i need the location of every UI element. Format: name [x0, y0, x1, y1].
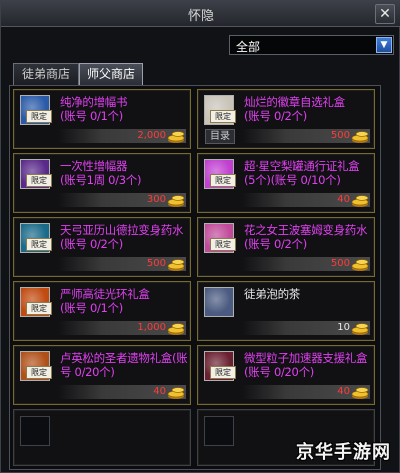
- item-price: 500: [330, 130, 350, 141]
- limited-badge: 限定: [26, 238, 52, 251]
- shop-item-card[interactable]: 限定 天弓亚历山德拉变身药水(账号 0/2个) 500: [13, 217, 191, 277]
- coin-icon: [166, 320, 186, 336]
- shop-item-card[interactable]: 限定 卢英松的圣者遗物礼盒(账号 0/20个) 40: [13, 345, 191, 405]
- item-name: 一次性增幅器 (账号1周 0/3个): [60, 159, 142, 187]
- coin-icon: [166, 384, 186, 400]
- item-name: 花之女王波塞姆变身药水(账号 0/2个): [244, 223, 368, 251]
- tab-master-shop[interactable]: 师父商店: [79, 63, 143, 85]
- shop-item-card[interactable]: 限定 灿烂的徽章自选礼盒 (账号 0/2个) 500 目录: [197, 89, 375, 149]
- shop-item-card[interactable]: 限定 微型粒子加速器支援礼盒(账号 0/20个) 40: [197, 345, 375, 405]
- coin-icon: [166, 128, 186, 144]
- catalog-button[interactable]: 目录: [205, 129, 235, 144]
- limited-badge: 限定: [26, 302, 52, 315]
- limited-badge: 限定: [210, 366, 236, 379]
- shop-item-card[interactable]: 限定 严师高徒光环礼盒 (账号 0/1个) 1,000: [13, 281, 191, 341]
- shop-window: 怀隐 ✕ 全部 ▼ 徒弟商店 师父商店 限定 纯净的增幅书 (账号 0/1个) 2,…: [0, 0, 400, 473]
- item-name: 徒弟泡的茶: [244, 287, 300, 301]
- empty-slot-icon: [204, 416, 234, 446]
- shop-item-card[interactable]: 徒弟泡的茶 10: [197, 281, 375, 341]
- item-name: 超·星空梨罐通行证礼盒 (5个)(账号 0/10个): [244, 159, 360, 187]
- coin-icon: [350, 384, 370, 400]
- limited-badge: 限定: [210, 110, 236, 123]
- item-price: 500: [146, 258, 166, 269]
- item-price: 10: [337, 322, 350, 333]
- item-name: 卢英松的圣者遗物礼盒(账号 0/20个): [60, 351, 188, 379]
- item-name: 灿烂的徽章自选礼盒 (账号 0/2个): [244, 95, 345, 123]
- tab-apprentice-shop[interactable]: 徒弟商店: [13, 63, 79, 85]
- chevron-down-icon[interactable]: ▼: [376, 37, 392, 53]
- limited-badge: 限定: [210, 174, 236, 187]
- item-name: 天弓亚历山德拉变身药水(账号 0/2个): [60, 223, 184, 251]
- category-dropdown-value: 全部: [236, 40, 261, 54]
- window-title: 怀隐: [187, 9, 214, 24]
- coin-icon: [350, 192, 370, 208]
- item-price: 1,000: [137, 322, 166, 333]
- limited-badge: 限定: [26, 110, 52, 123]
- category-dropdown[interactable]: 全部 ▼: [229, 35, 394, 55]
- item-price: 40: [337, 386, 350, 397]
- title-bar: 怀隐 ✕: [1, 1, 400, 27]
- coin-icon: [350, 320, 370, 336]
- limited-badge: 限定: [26, 174, 52, 187]
- limited-badge: 限定: [26, 366, 52, 379]
- item-price: 40: [153, 386, 166, 397]
- coin-icon: [166, 192, 186, 208]
- empty-slot-icon: [20, 416, 50, 446]
- coin-icon: [350, 256, 370, 272]
- shop-item-card[interactable]: 限定 一次性增幅器 (账号1周 0/3个) 300: [13, 153, 191, 213]
- coin-icon: [350, 128, 370, 144]
- item-price: 2,000: [137, 130, 166, 141]
- shop-item-card[interactable]: 限定 花之女王波塞姆变身药水(账号 0/2个) 500: [197, 217, 375, 277]
- item-icon: [204, 287, 234, 317]
- item-price: 300: [146, 194, 166, 205]
- shop-item-card[interactable]: 限定 超·星空梨罐通行证礼盒 (5个)(账号 0/10个) 40: [197, 153, 375, 213]
- close-button[interactable]: ✕: [375, 4, 395, 24]
- item-price: 40: [337, 194, 350, 205]
- item-name: 纯净的增幅书 (账号 0/1个): [60, 95, 128, 123]
- limited-badge: 限定: [210, 238, 236, 251]
- coin-icon: [166, 256, 186, 272]
- item-name: 严师高徒光环礼盒 (账号 0/1个): [60, 287, 150, 315]
- site-watermark: 京华手游网: [296, 442, 391, 463]
- shop-item-card[interactable]: 限定 纯净的增幅书 (账号 0/1个) 2,000: [13, 89, 191, 149]
- item-price: 500: [330, 258, 350, 269]
- item-name: 微型粒子加速器支援礼盒(账号 0/20个): [244, 351, 368, 379]
- empty-slot: [13, 409, 191, 466]
